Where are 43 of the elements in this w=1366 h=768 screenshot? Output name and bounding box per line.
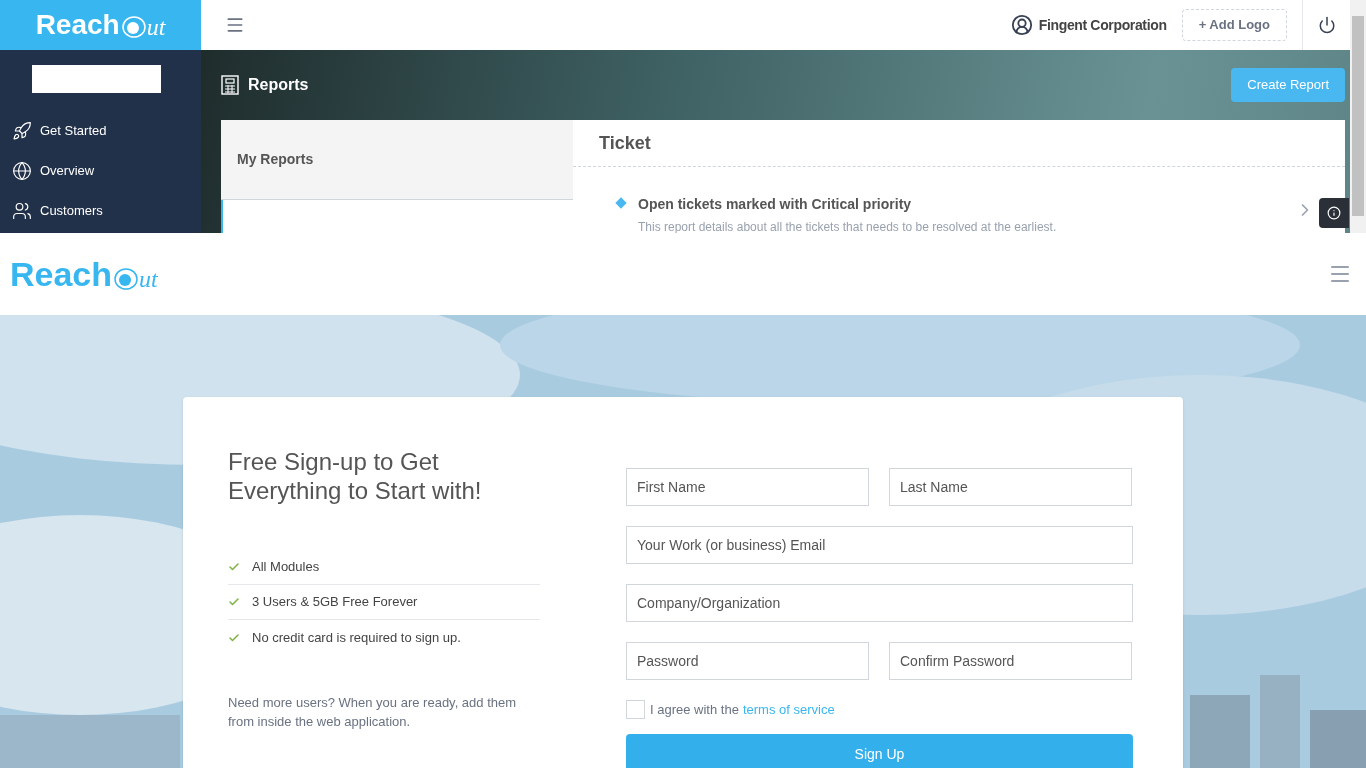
input-field[interactable]: Password [626, 642, 869, 680]
logo-swirl-icon [120, 13, 147, 39]
users-icon [12, 201, 32, 221]
logo-text: Reach [10, 257, 113, 291]
sidebar-item[interactable]: Customers [0, 191, 201, 231]
user-icon [1010, 14, 1033, 36]
input-field[interactable]: First Name [626, 468, 869, 506]
report-item[interactable]: Open tickets marked with Critical priority This report details about all the tickets that needs to be resolved at the earliest. [573, 167, 1345, 233]
note-text: Need more users? When you are ready, add them from inside the web application. [228, 694, 518, 731]
feature-text: No credit card is required to sign up. [252, 628, 461, 647]
company-name[interactable]: Fingent Corporation [1038, 14, 1167, 36]
info-button[interactable] [1319, 198, 1349, 228]
globe-icon [12, 161, 32, 181]
sidebar-item[interactable]: Overview [0, 151, 201, 191]
report-title: Open tickets marked with Critical priority [638, 195, 913, 214]
logo-script-text: ut [146, 15, 166, 39]
feature-text: 3 Users & 5GB Free Forever [252, 593, 418, 612]
signup-heading: Free Sign-up to Get Everything to Start with! [228, 447, 483, 505]
page-title: Reports [248, 75, 309, 95]
power-button[interactable] [1317, 16, 1336, 34]
rocket-icon [12, 121, 32, 141]
feature-text: All Modules [252, 558, 320, 577]
sidebar-item[interactable]: Get Started [0, 111, 201, 151]
menu-icon [225, 15, 245, 35]
logo-swirl-icon [113, 265, 140, 291]
calculator-icon [221, 75, 239, 95]
check-icon [228, 631, 240, 644]
check-icon [228, 596, 240, 608]
section-title: Ticket [599, 131, 651, 155]
logo-text: Reach [35, 11, 120, 39]
input-field[interactable]: Last Name [889, 468, 1132, 506]
logo-script-text: ut [139, 267, 158, 291]
input-field[interactable]: Confirm Password [889, 642, 1132, 680]
report-description: This report details about all the tickets that needs to be resolved at the earliest. [638, 219, 1058, 233]
input-field[interactable]: Your Work (or business) Email [626, 526, 1133, 564]
add-logo-button[interactable]: + Add Logo [1181, 9, 1287, 41]
checkbox[interactable] [626, 700, 645, 720]
check-icon [228, 561, 240, 573]
info-icon [1327, 206, 1341, 220]
agree-label: I agree with the [650, 701, 739, 719]
panel-title: My Reports [237, 150, 314, 169]
input-field[interactable]: Company/Organization [626, 584, 1133, 622]
power-icon [1317, 16, 1336, 34]
